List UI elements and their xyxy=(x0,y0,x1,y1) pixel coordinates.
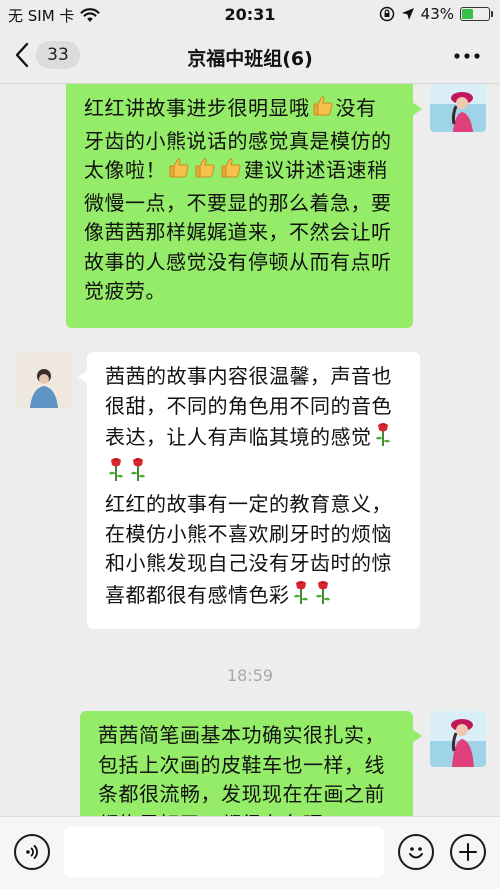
outgoing-message[interactable]: 茜茜简笔画基本功确实很扎实，包括上次画的皮鞋车也一样，线条都很流畅，发现现在在画… xyxy=(80,711,422,816)
battery-icon xyxy=(460,7,493,21)
location-icon xyxy=(401,8,414,20)
message-text: 茜茜简笔画基本功确实很扎实，包括上次画的皮鞋车也一样，线条都很流畅，发现现在在画… xyxy=(98,723,385,816)
message-input[interactable] xyxy=(64,827,384,877)
sender-avatar[interactable] xyxy=(16,352,72,408)
battery-percent: 43% xyxy=(420,5,454,23)
chat-title: 京福中班组(6) xyxy=(187,48,313,70)
battery-level xyxy=(462,9,473,19)
sender-avatar[interactable] xyxy=(430,711,486,767)
battery-tip xyxy=(491,11,493,17)
rose-emoji xyxy=(373,421,393,456)
thumbs-up-emoji xyxy=(219,156,243,189)
add-button[interactable] xyxy=(450,834,486,870)
more-icon[interactable] xyxy=(452,44,482,68)
thumbs-up-emoji xyxy=(311,94,335,127)
message-text: 茜茜的故事内容很温馨，声音也很甜，不同的角色用不同的音色表达，让人有声临其境的感… xyxy=(105,364,392,449)
voice-icon xyxy=(26,844,38,860)
status-bar: 无 SIM 卡 20:31 43% xyxy=(0,0,500,30)
rose-emoji xyxy=(128,456,148,491)
avatar-image xyxy=(16,352,72,408)
time-divider: 18:59 xyxy=(226,666,274,685)
thumbs-up-emoji xyxy=(193,156,217,189)
plus-icon xyxy=(459,843,477,861)
nav-bar: 33 京福中班组(6) xyxy=(0,30,500,84)
incoming-message[interactable]: 茜茜的故事内容很温馨，声音也很甜，不同的角色用不同的音色表达，让人有声临其境的感… xyxy=(78,352,420,629)
status-right: 43% xyxy=(379,5,493,23)
rose-emoji xyxy=(106,456,126,491)
emoji-icon xyxy=(409,847,423,859)
input-bar xyxy=(0,816,500,889)
sender-avatar[interactable] xyxy=(430,84,486,132)
emoji-button[interactable] xyxy=(398,834,434,870)
outgoing-message[interactable]: 红红讲故事进步很明显哦 没有牙齿的小熊说话的感觉真是模仿的太像啦！ 建议讲述语速稍微… xyxy=(66,84,422,328)
message-text: 红红讲故事进步很明显哦 xyxy=(84,96,310,120)
chat-area[interactable]: 红红讲故事进步很明显哦 没有牙齿的小熊说话的感觉真是模仿的太像啦！ 建议讲述语速稍微… xyxy=(0,84,500,816)
orientation-lock-icon xyxy=(379,6,394,22)
rose-emoji xyxy=(291,579,311,614)
avatar-image xyxy=(430,711,486,767)
voice-button[interactable] xyxy=(14,834,50,870)
thumbs-up-emoji xyxy=(167,156,191,189)
rose-emoji xyxy=(313,579,333,614)
message-text: 红红的故事有一定的教育意义，在模仿小熊不喜欢刷牙时的烦恼和小熊发现自己没有牙齿时… xyxy=(105,492,392,607)
avatar-image xyxy=(430,84,486,132)
